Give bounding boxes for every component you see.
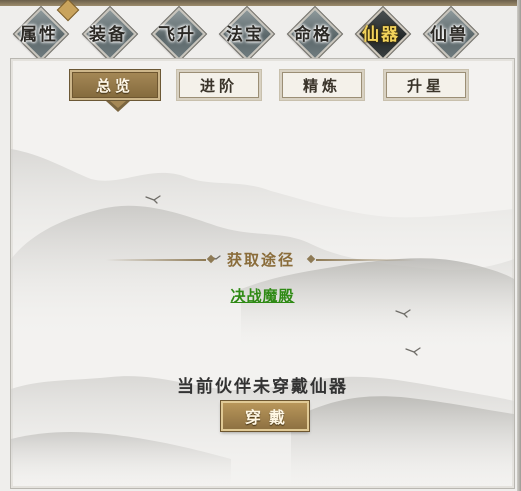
tab-magic-treasure[interactable]: 法宝 (213, 7, 277, 61)
tab-label: 属性 (20, 24, 58, 45)
tab-immortal-beast[interactable]: 仙兽 (417, 7, 481, 61)
tab-label: 法宝 (226, 24, 264, 45)
acquire-source-link[interactable]: 决战魔殿 (11, 285, 514, 306)
tab-ascension[interactable]: 飞升 (145, 7, 209, 61)
subtab-label: 精炼 (302, 76, 341, 95)
subtab-star-up[interactable]: 升星 (384, 70, 468, 100)
artifact-panel: 总览 进阶 精炼 升星 获取途径 决战魔殿 当前伙伴未穿戴仙器 穿戴 (10, 58, 515, 489)
tab-label: 仙器 (362, 24, 400, 45)
no-artifact-message: 当前伙伴未穿戴仙器 (177, 377, 348, 397)
divider-line-right (316, 259, 416, 261)
acquire-route-header: 获取途径 (106, 249, 416, 271)
subtab-overview[interactable]: 总览 (70, 70, 160, 100)
tab-attributes[interactable]: 属性 (7, 7, 71, 61)
tab-label: 命格 (294, 24, 332, 45)
tab-equipment[interactable]: 装备 (76, 7, 140, 61)
category-tab-bar: 属性 装备 飞升 法宝 命格 仙器 仙兽 (0, 6, 521, 61)
subtab-label: 升星 (406, 76, 445, 95)
tab-label: 飞升 (158, 24, 196, 45)
equip-button[interactable]: 穿戴 (221, 401, 309, 431)
subtab-label: 总览 (95, 76, 134, 95)
tab-label: 仙兽 (430, 24, 468, 45)
tab-immortal-artifact[interactable]: 仙器 (349, 7, 413, 61)
window-right-border (517, 0, 521, 491)
subtab-advance[interactable]: 进阶 (177, 70, 261, 100)
equip-button-label: 穿戴 (244, 408, 293, 427)
subtab-label: 进阶 (199, 76, 238, 95)
tab-destiny[interactable]: 命格 (281, 7, 345, 61)
subtab-refine[interactable]: 精炼 (280, 70, 364, 100)
active-tab-pointer-inner (110, 101, 126, 108)
tab-label: 装备 (89, 24, 127, 45)
